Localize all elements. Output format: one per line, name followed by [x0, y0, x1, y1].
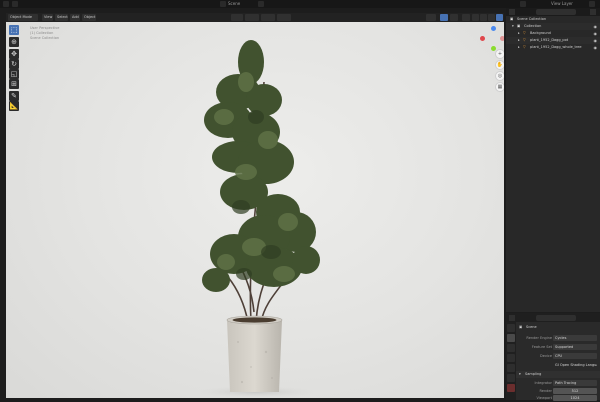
mesh-icon: ▽ — [523, 38, 526, 42]
visibility-eye-icon[interactable]: ◉ — [594, 30, 598, 37]
menu-button[interactable] — [12, 1, 18, 7]
feature-set-select[interactable]: Supported — [553, 344, 597, 350]
visibility-button[interactable] — [426, 14, 436, 21]
tool-tab-icon[interactable] — [507, 324, 515, 332]
menu-view[interactable]: View — [42, 14, 53, 21]
xray-toggle-button[interactable] — [462, 14, 470, 21]
new-view-layer-button[interactable] — [589, 1, 595, 7]
pan-hand-icon[interactable]: ✋ — [495, 60, 504, 70]
shading-wireframe-button[interactable] — [472, 14, 479, 21]
properties-header — [506, 313, 600, 322]
device-row: Device CPU — [516, 352, 600, 360]
move-icon[interactable]: ✥ — [9, 49, 19, 59]
shading-rendered-button[interactable] — [496, 14, 503, 21]
snap-button[interactable] — [261, 14, 275, 21]
perspective-toggle-icon[interactable]: ▦ — [495, 82, 504, 92]
properties-context-row: ▣ Scene — [516, 323, 600, 331]
scene-tab-icon[interactable] — [507, 364, 515, 372]
expand-arrow-icon[interactable]: ▸ — [518, 30, 520, 37]
outliner-panel: ▣ Scene Collection ▾ ▣ Collection ◉ ▸ ▽ … — [506, 16, 600, 312]
outliner-row-collection[interactable]: ▾ ▣ Collection ◉ — [506, 23, 600, 30]
rendered-plant-image — [196, 40, 320, 398]
3d-viewport[interactable]: User Perspective (1) Collection Scene Co… — [6, 22, 504, 398]
properties-panel: ▣ Scene Render Engine Cycles Feature Set… — [516, 322, 600, 402]
osl-row: GI Open Shading Language — [516, 361, 600, 369]
outliner-row-background[interactable]: ▸ ▽ Background ◉ — [506, 30, 600, 37]
collection-icon: ▣ — [517, 24, 521, 28]
gizmo-x-axis[interactable] — [480, 36, 485, 41]
transform-icon[interactable]: ⊞ — [9, 79, 19, 89]
properties-editor-type-button[interactable] — [509, 315, 515, 321]
overlay-toggle-button[interactable] — [450, 14, 458, 21]
gizmo-toggle-button[interactable] — [440, 14, 448, 21]
zoom-icon[interactable]: + — [495, 49, 504, 59]
render-engine-select[interactable]: Cycles — [553, 335, 597, 341]
integrator-select[interactable]: Path Tracing — [553, 380, 597, 386]
expand-arrow-icon[interactable]: ▸ — [518, 44, 520, 51]
properties-context-name: Scene — [526, 325, 537, 329]
outliner-row-pot[interactable]: ▸ ▽ plant_1952_Dagg_pot ◉ — [506, 37, 600, 44]
annotate-icon[interactable]: ✎ — [9, 91, 19, 101]
outliner-search-input[interactable] — [536, 9, 576, 15]
camera-view-icon[interactable]: ◎ — [495, 71, 504, 81]
object-tab-icon[interactable] — [507, 384, 515, 392]
view-layer-tab-icon[interactable] — [507, 354, 515, 362]
outliner-row-tree[interactable]: ▸ ▽ plant_1952_Dagg_whole_tree ◉ — [506, 44, 600, 51]
render-tab-icon[interactable] — [507, 334, 515, 342]
expand-arrow-icon[interactable]: ▾ — [512, 23, 514, 30]
viewport-header: Object Mode View Select Add Object — [6, 13, 504, 22]
expand-arrow-icon: ▾ — [519, 372, 521, 376]
collection-icon: ▣ — [510, 17, 514, 21]
scene-icon: ▣ — [519, 325, 523, 329]
properties-search-input[interactable] — [536, 315, 576, 321]
render-engine-row: Render Engine Cycles — [516, 334, 600, 342]
outliner-editor-type-button[interactable] — [509, 9, 515, 15]
viewport-samples-field[interactable]: 1024 — [553, 395, 597, 401]
proportional-edit-button[interactable] — [277, 14, 291, 21]
shading-material-button[interactable] — [488, 14, 495, 21]
device-select[interactable]: CPU — [553, 353, 597, 359]
feature-set-row: Feature Set Supported — [516, 343, 600, 351]
select-box-icon[interactable]: ⬚ — [9, 25, 19, 35]
cursor-icon[interactable]: ⊕ — [9, 37, 19, 47]
mesh-icon: ▽ — [523, 31, 526, 35]
output-tab-icon[interactable] — [507, 344, 515, 352]
viewport-samples-row: Viewport 1024 — [516, 394, 600, 402]
visibility-eye-icon[interactable]: ◉ — [594, 37, 598, 44]
mesh-icon: ▽ — [523, 45, 526, 49]
outliner-row-scene-collection[interactable]: ▣ Scene Collection — [506, 16, 600, 23]
gizmo-z-axis[interactable] — [491, 26, 496, 31]
outliner-header — [506, 8, 600, 16]
mode-selector[interactable]: Object Mode — [8, 14, 38, 21]
visibility-eye-icon[interactable]: ◉ — [594, 44, 598, 51]
visibility-eye-icon[interactable]: ◉ — [594, 23, 598, 30]
measure-icon[interactable]: 📐 — [9, 101, 19, 111]
expand-arrow-icon[interactable]: ▸ — [518, 37, 520, 44]
integrator-row: Integrator Path Tracing — [516, 379, 600, 387]
menu-add[interactable]: Add — [70, 14, 80, 21]
editor-type-button[interactable] — [3, 1, 9, 7]
osl-checkbox-label[interactable]: GI Open Shading Language — [553, 362, 597, 368]
new-scene-button[interactable] — [258, 1, 264, 7]
view-layer-icon — [520, 1, 526, 7]
sampling-section-header[interactable]: ▾ Sampling — [516, 371, 600, 378]
filter-icon[interactable] — [590, 9, 596, 15]
scene-selector[interactable]: Scene — [228, 0, 240, 8]
pivot-button[interactable] — [245, 14, 259, 21]
top-header-bar: Scene View Layer — [0, 0, 600, 8]
rotate-icon[interactable]: ↻ — [9, 59, 19, 69]
gizmo-neg-x-axis[interactable] — [500, 36, 504, 41]
properties-tabs — [506, 322, 516, 400]
scale-icon[interactable]: ◱ — [9, 69, 19, 79]
menu-select[interactable]: Select — [55, 14, 68, 21]
view-layer-selector[interactable]: View Layer — [551, 0, 573, 8]
shading-solid-button[interactable] — [480, 14, 487, 21]
menu-object[interactable]: Object — [82, 14, 96, 21]
transform-orientation-button[interactable] — [231, 14, 243, 21]
scene-icon — [220, 1, 226, 7]
world-tab-icon[interactable] — [507, 374, 515, 382]
tool-shelf: ⬚ ⊕ ✥ ↻ ◱ ⊞ ✎ 📐 — [8, 23, 20, 113]
